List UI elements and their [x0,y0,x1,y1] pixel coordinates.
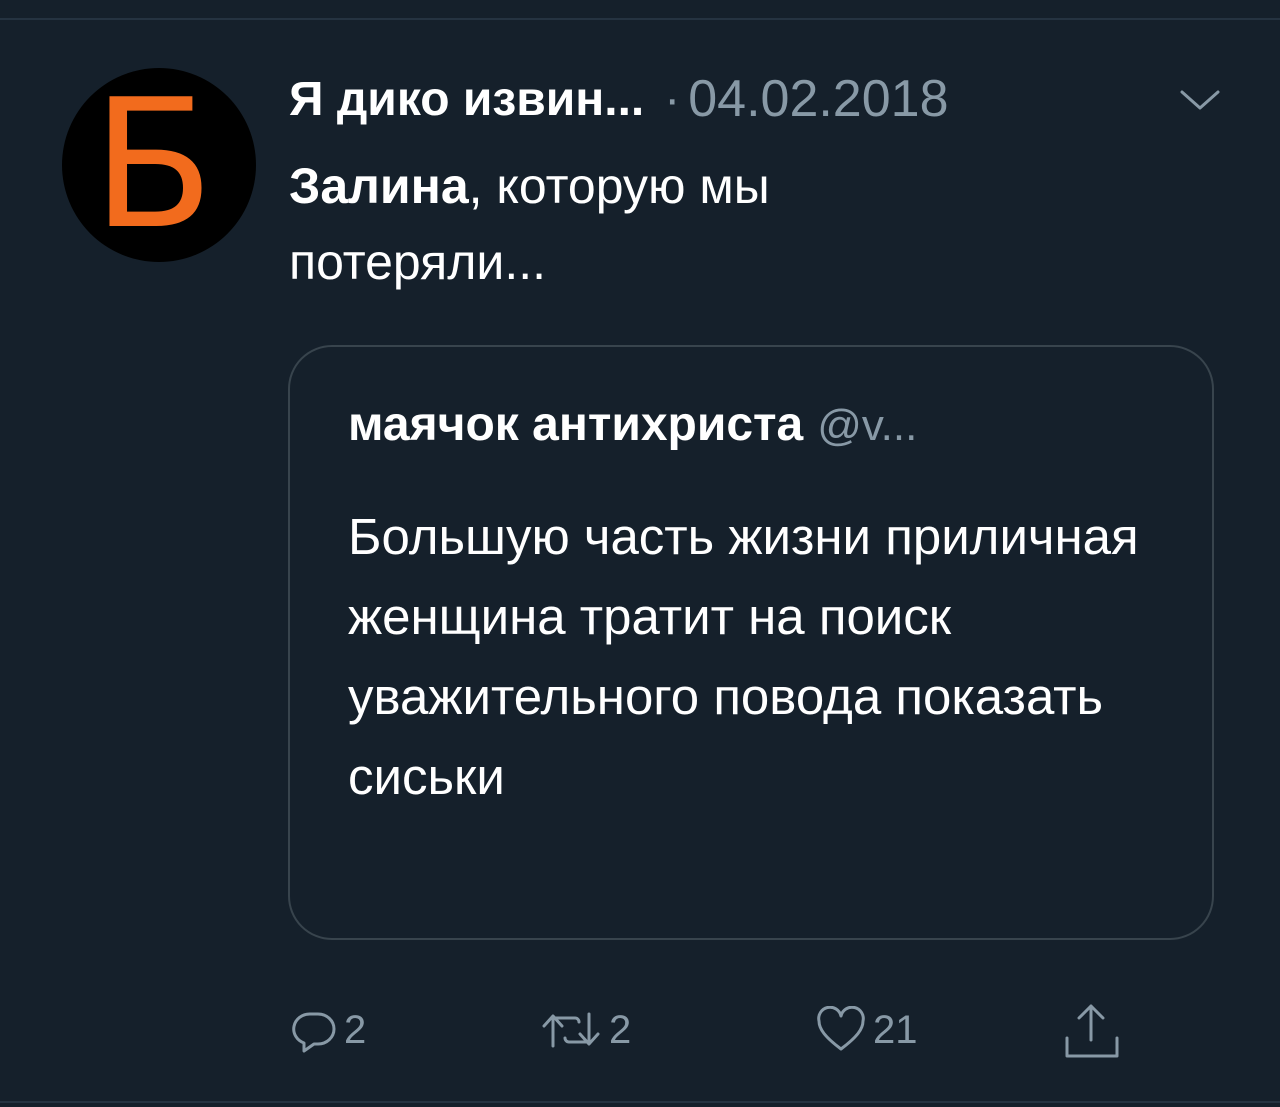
share-icon [1065,1004,1119,1058]
tweet-text: Залина, которую мы потеряли... [289,148,989,300]
tweet-date[interactable]: 04.02.2018 [688,69,948,129]
share-button[interactable] [1059,990,1123,1070]
tweet-actions-bar: 2 2 21 [0,990,1280,1070]
top-divider [0,18,1280,20]
quoted-author-name: маячок антихриста [348,398,804,451]
like-button[interactable]: 21 [815,990,918,1070]
avatar-comma: , [224,194,247,262]
like-count: 21 [873,1007,918,1052]
reply-button[interactable]: 2 [290,990,366,1070]
reply-icon [292,1012,336,1053]
bottom-divider [0,1101,1280,1103]
retweet-icon [542,1012,600,1048]
retweet-count: 2 [609,1007,632,1052]
author-display-name[interactable]: Я дико извин... [289,72,644,127]
chevron-down-icon[interactable] [1176,84,1224,114]
quoted-author-handle: @v... [817,401,918,450]
tweet-header: Я дико извин... · 04.02.2018 [289,62,949,136]
quoted-tweet-text: Большую часть жизни приличная женщина тр… [348,508,1139,805]
avatar[interactable]: Б , [62,68,256,262]
heart-icon [817,1006,865,1051]
tweet-text-mention[interactable]: Залина [289,158,469,214]
retweet-button[interactable]: 2 [541,990,631,1070]
quoted-tweet-card[interactable]: маячок антихриста @v... Большую часть жи… [288,345,1214,940]
header-separator: · [664,72,681,126]
avatar-letter: Б [92,68,215,262]
reply-count: 2 [344,1007,367,1052]
quoted-tweet-header: маячок антихриста @v... [348,397,917,452]
